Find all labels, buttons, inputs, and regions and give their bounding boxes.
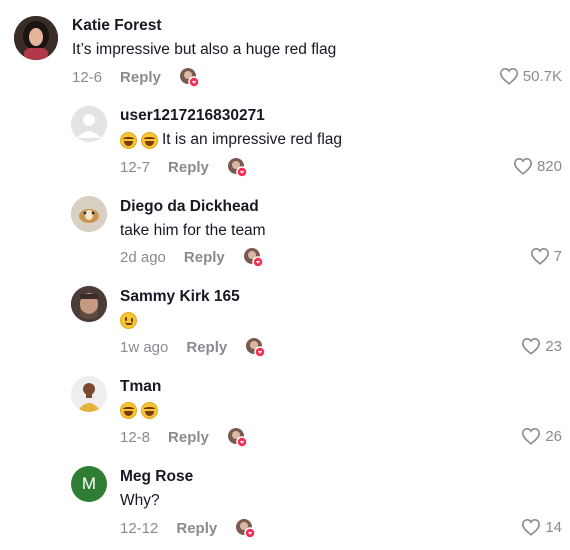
comment-item: Sammy Kirk 165 1w ago Reply 23 xyxy=(0,270,570,360)
comment-text-content: It is an impressive red flag xyxy=(162,131,343,148)
comment-author[interactable]: Diego da Dickhead xyxy=(120,198,259,216)
creator-liked-icon xyxy=(243,247,264,268)
comment-text xyxy=(120,312,141,329)
like-count: 50.7K xyxy=(522,67,562,85)
comment-text: take him for the team xyxy=(120,222,266,240)
comment-meta: 2d ago Reply xyxy=(120,247,264,268)
heart-outline-icon xyxy=(522,337,541,355)
comment-date: 12-8 xyxy=(120,428,151,446)
comment-date: 12-12 xyxy=(120,519,159,537)
comment-text-content: take him for the team xyxy=(120,222,266,239)
reply-button[interactable]: Reply xyxy=(168,159,209,176)
comment-date: 2d ago xyxy=(120,248,166,266)
comment-author[interactable]: Sammy Kirk 165 xyxy=(120,288,240,306)
reply-button[interactable]: Reply xyxy=(184,249,225,266)
winking-emoji-icon xyxy=(120,312,137,329)
reply-button[interactable]: Reply xyxy=(176,520,217,537)
avatar[interactable] xyxy=(71,196,107,232)
comment-text-content: It’s impressive but also a huge red flag xyxy=(72,41,337,58)
heart-outline-icon xyxy=(522,518,541,536)
comment-text: It’s impressive but also a huge red flag xyxy=(72,41,336,59)
creator-liked-icon xyxy=(179,67,200,88)
like-button[interactable]: 26 xyxy=(521,427,562,445)
like-button[interactable]: 23 xyxy=(521,337,562,355)
comment-author[interactable]: user1217216830271 xyxy=(120,107,265,125)
avatar-letter: M xyxy=(81,474,97,493)
like-button[interactable]: 820 xyxy=(513,157,562,175)
comment-date: 12-6 xyxy=(72,68,103,86)
laughing-emoji-icon xyxy=(141,402,158,419)
avatar[interactable] xyxy=(14,16,58,60)
creator-liked-icon xyxy=(235,518,256,539)
comment-item: Tman 12-8 Reply 26 xyxy=(0,360,570,450)
creator-liked-icon xyxy=(227,157,248,178)
comment-date: 12-7 xyxy=(120,158,151,176)
heart-outline-icon xyxy=(530,247,549,265)
like-button[interactable]: 50.7K xyxy=(499,67,562,85)
comment-author[interactable]: Katie Forest xyxy=(72,17,162,35)
comment-item: Diego da Dickhead take him for the team … xyxy=(0,180,570,270)
comment-text: Why? xyxy=(120,492,160,510)
comment-text-content: Why? xyxy=(120,492,160,509)
comment-meta: 12-8 Reply xyxy=(120,427,248,448)
like-button[interactable]: 7 xyxy=(530,247,562,265)
comment-text xyxy=(120,402,162,419)
comment-meta: 12-6 Reply xyxy=(72,67,200,88)
like-button[interactable]: 14 xyxy=(521,518,562,536)
comment-text: It is an impressive red flag xyxy=(120,131,342,149)
heart-outline-icon xyxy=(499,67,518,85)
comment-author[interactable]: Meg Rose xyxy=(120,468,193,486)
like-count: 26 xyxy=(545,427,562,445)
like-count: 14 xyxy=(545,518,562,536)
comment-meta: 1w ago Reply xyxy=(120,337,266,358)
like-count: 7 xyxy=(553,247,562,265)
comment-item: user1217216830271 It is an impressive re… xyxy=(0,90,570,180)
avatar[interactable] xyxy=(71,106,107,142)
heart-outline-icon xyxy=(513,157,532,175)
reply-button[interactable]: Reply xyxy=(186,339,227,356)
avatar[interactable] xyxy=(71,376,107,412)
laughing-emoji-icon xyxy=(120,402,137,419)
creator-liked-icon xyxy=(245,337,266,358)
comment-date: 1w ago xyxy=(120,338,169,356)
comment-meta: 12-12 Reply xyxy=(120,518,256,539)
comment-item: M Meg Rose Why? 12-12 Reply 14 xyxy=(0,450,570,550)
laughing-emoji-icon xyxy=(120,131,137,149)
creator-liked-icon xyxy=(227,427,248,448)
reply-button[interactable]: Reply xyxy=(120,69,161,86)
avatar[interactable] xyxy=(71,286,107,322)
comment-author[interactable]: Tman xyxy=(120,378,161,396)
heart-outline-icon xyxy=(522,427,541,445)
laughing-emoji-icon xyxy=(141,131,158,149)
avatar[interactable]: M xyxy=(71,466,107,502)
comment-meta: 12-7 Reply xyxy=(120,157,248,178)
reply-button[interactable]: Reply xyxy=(168,429,209,446)
like-count: 23 xyxy=(545,337,562,355)
like-count: 820 xyxy=(536,157,562,175)
comment-item: Katie Forest It’s impressive but also a … xyxy=(0,0,570,90)
